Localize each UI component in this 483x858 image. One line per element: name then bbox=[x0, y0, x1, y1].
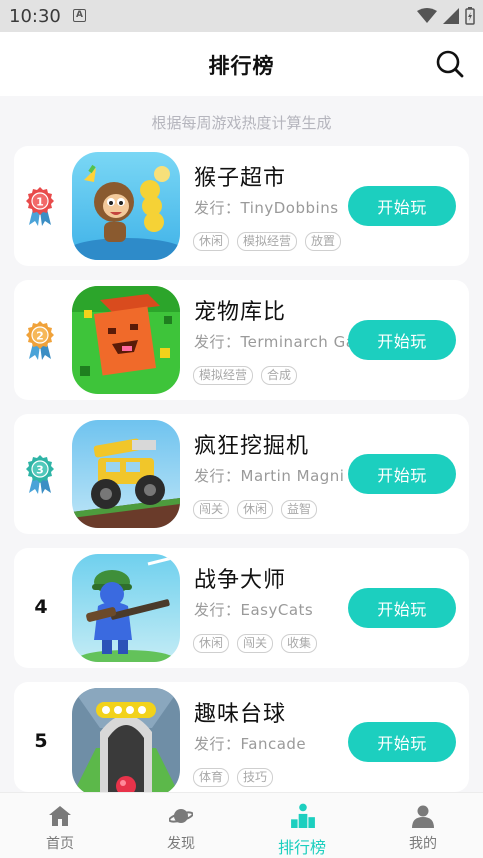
tab-me[interactable]: 我的 bbox=[363, 793, 483, 858]
game-tag: 体育 bbox=[193, 768, 230, 787]
game-tag: 闯关 bbox=[237, 634, 274, 653]
game-tag: 技巧 bbox=[237, 768, 274, 787]
podium-icon bbox=[291, 803, 315, 828]
top-app-bar: 排行榜 bbox=[0, 32, 483, 96]
game-tag: 益智 bbox=[281, 500, 318, 519]
game-tags: 模拟经营 合成 bbox=[193, 366, 298, 385]
game-tags: 闯关 休闲 益智 bbox=[193, 500, 318, 519]
bottom-tab-bar: 首页 发现 排行榜 我的 bbox=[0, 792, 483, 858]
rank-number: 1 bbox=[36, 196, 44, 209]
game-tag: 闯关 bbox=[193, 500, 230, 519]
rank-number: 3 bbox=[36, 464, 44, 477]
game-card[interactable]: 2 宠物库比 发行：Terminarch Games 模拟经营 bbox=[14, 280, 469, 400]
app-icon-pet-kuby[interactable] bbox=[72, 286, 180, 394]
game-tag: 放置 bbox=[305, 232, 342, 251]
app-icon-monkey-mart[interactable] bbox=[72, 152, 180, 260]
play-button[interactable]: 开始玩 bbox=[348, 722, 456, 762]
system-icons bbox=[417, 7, 475, 25]
game-card[interactable]: 4 战争大师 发行：EasyCats 休闲 闯关 收集 开始玩 bbox=[14, 548, 469, 668]
page-title: 排行榜 bbox=[208, 54, 275, 78]
person-icon bbox=[412, 805, 434, 828]
rank-number: 5 bbox=[34, 730, 48, 752]
game-publisher: 发行：Martin Magni bbox=[194, 467, 345, 485]
app-icon-fun-billiards[interactable] bbox=[72, 688, 180, 792]
play-button[interactable]: 开始玩 bbox=[348, 454, 456, 494]
rank-number: 2 bbox=[36, 330, 44, 343]
tab-home[interactable]: 首页 bbox=[0, 793, 120, 858]
status-time: 10:30 bbox=[9, 6, 61, 27]
battery-icon bbox=[465, 7, 475, 25]
signal-icon bbox=[443, 8, 459, 24]
tab-label: 排行榜 bbox=[277, 838, 326, 857]
game-tag: 休闲 bbox=[193, 634, 230, 653]
game-publisher: 发行：Fancade bbox=[194, 735, 307, 753]
game-tags: 休闲 模拟经营 放置 bbox=[193, 232, 342, 251]
ranking-subtitle: 根据每周游戏热度计算生成 bbox=[151, 114, 332, 132]
tab-label: 发现 bbox=[167, 836, 195, 852]
game-publisher: 发行：Terminarch Games bbox=[194, 333, 354, 351]
play-button[interactable]: 开始玩 bbox=[348, 588, 456, 628]
status-bar: 10:30 A bbox=[0, 0, 483, 32]
game-tag: 合成 bbox=[261, 366, 298, 385]
game-tag: 模拟经营 bbox=[237, 232, 298, 251]
play-button[interactable]: 开始玩 bbox=[348, 320, 456, 360]
rank-number: 4 bbox=[34, 596, 48, 618]
game-card[interactable]: 3 疯狂挖掘机 发行：Martin Magni 闯关 休闲 益智 开始玩 bbox=[14, 414, 469, 534]
game-tags: 体育 技巧 bbox=[193, 768, 274, 787]
game-publisher: 发行：EasyCats bbox=[194, 601, 314, 619]
rank-medal-icon: 2 bbox=[22, 318, 58, 362]
tab-label: 首页 bbox=[46, 836, 74, 852]
game-tag: 模拟经营 bbox=[193, 366, 254, 385]
game-tags: 休闲 闯关 收集 bbox=[193, 634, 318, 653]
notification-a-icon: A bbox=[73, 9, 86, 22]
app-icon-crazy-digger[interactable] bbox=[72, 420, 180, 528]
rank-medal-icon: 3 bbox=[22, 452, 58, 496]
game-card[interactable]: 5 趣味台球 发行：Fancade 体育 技巧 开始玩 bbox=[14, 682, 469, 792]
search-icon[interactable] bbox=[435, 49, 465, 79]
planet-icon bbox=[169, 809, 193, 823]
game-name: 趣味台球 bbox=[194, 702, 287, 727]
tab-discover[interactable]: 发现 bbox=[121, 793, 241, 858]
app-icon-war-master[interactable] bbox=[72, 554, 180, 662]
rank-medal-icon: 1 bbox=[22, 184, 58, 228]
game-name: 疯狂挖掘机 bbox=[194, 434, 310, 459]
game-tag: 休闲 bbox=[237, 500, 274, 519]
game-publisher: 发行：TinyDobbins bbox=[194, 199, 339, 217]
tab-ranking[interactable]: 排行榜 bbox=[242, 793, 362, 858]
wifi-icon bbox=[417, 8, 437, 23]
game-tag: 收集 bbox=[281, 634, 318, 653]
game-tag: 休闲 bbox=[193, 232, 230, 251]
game-name: 战争大师 bbox=[194, 568, 287, 593]
tab-label: 我的 bbox=[409, 836, 437, 852]
game-card[interactable]: 1 猴子超市 发行：TinyDobbins 休闲 模拟经营 放置 开始玩 bbox=[14, 146, 469, 266]
play-button[interactable]: 开始玩 bbox=[348, 186, 456, 226]
game-name: 宠物库比 bbox=[194, 300, 287, 325]
game-name: 猴子超市 bbox=[194, 166, 287, 191]
home-icon bbox=[49, 806, 71, 826]
